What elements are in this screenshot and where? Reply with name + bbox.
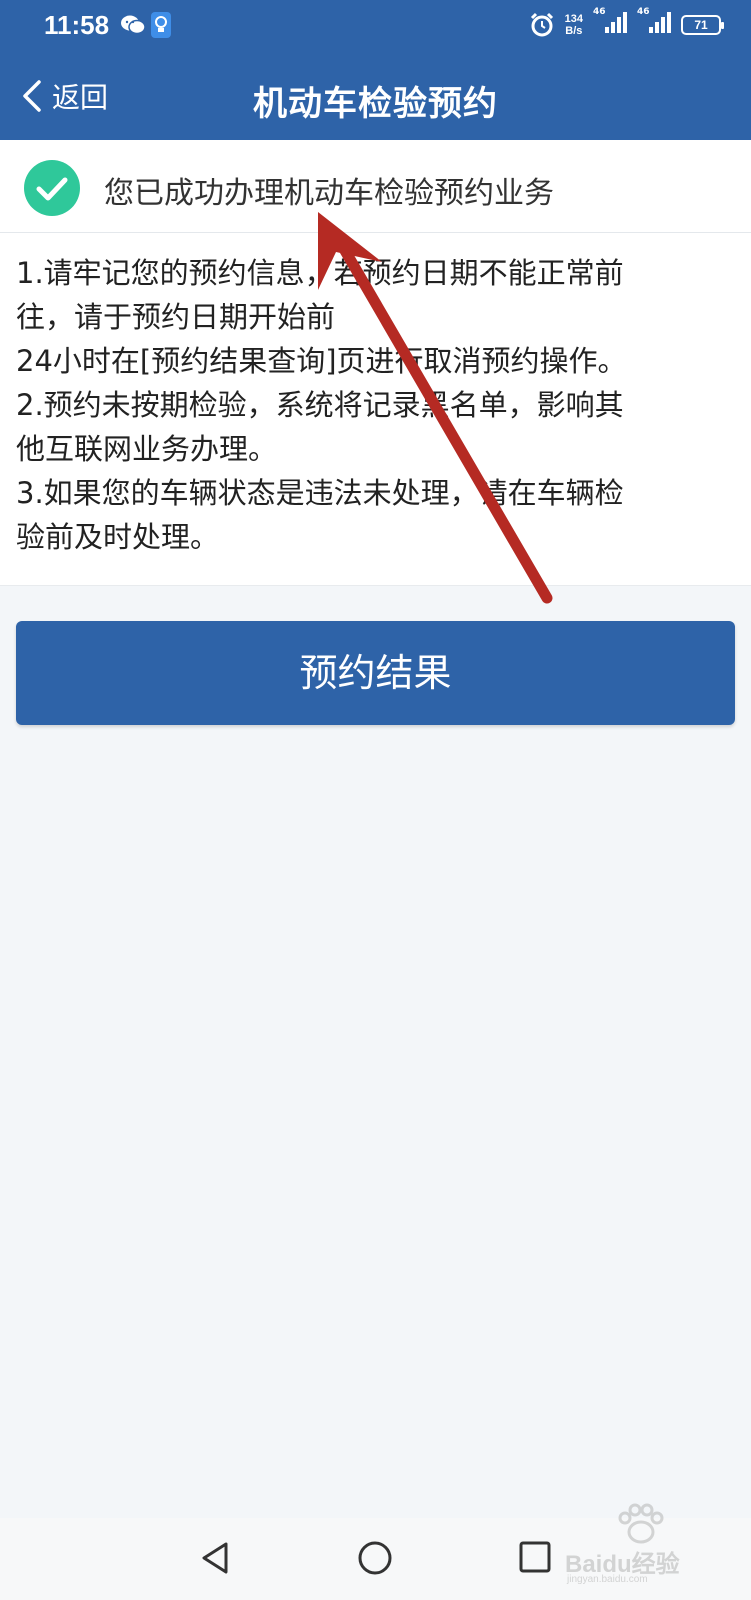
nav-back-icon[interactable] [198, 1540, 232, 1576]
nav-recents-icon[interactable] [518, 1540, 552, 1574]
status-right-group: 134 B/s 46 46 71 [529, 7, 724, 40]
app-header: 返回 机动车检验预约 [0, 56, 751, 140]
notice-panel: 1.请牢记您的预约信息，若预约日期不能正常前 往，请于预约日期开始前 24小时在… [0, 233, 751, 586]
page-title: 机动车检验预约 [253, 84, 498, 124]
appointment-result-button[interactable]: 预约结果 [16, 621, 735, 725]
notice-line: 1.请牢记您的预约信息，若预约日期不能正常前 [16, 256, 624, 290]
battery-indicator: 71 [681, 15, 724, 35]
lightbulb-icon [151, 12, 171, 38]
network-speed-unit: B/s [565, 25, 583, 37]
watermark-domain: jingyan.baidu.com [567, 1574, 648, 1585]
notice-line: 验前及时处理。 [16, 520, 220, 554]
network-speed-value: 134 [564, 13, 583, 25]
notice-line: 2.预约未按期检验，系统将记录黑名单，影响其 [16, 388, 624, 422]
notice-line: 他互联网业务办理。 [16, 432, 278, 466]
signal-1: 46 [593, 7, 627, 39]
wechat-icon [121, 15, 146, 35]
notice-text: 1.请牢记您的预约信息，若预约日期不能正常前 往，请于预约日期开始前 24小时在… [16, 251, 736, 559]
notice-line: 往，请于预约日期开始前 [16, 300, 336, 334]
notice-line: 3.如果您的车辆状态是违法未处理，请在车辆检 [16, 476, 624, 510]
alarm-icon [530, 12, 553, 37]
notice-line: 24小时在[预约结果查询]页进行取消预约操作。 [16, 344, 627, 378]
success-banner: 您已成功办理机动车检验预约业务 [0, 140, 751, 233]
nav-home-icon[interactable] [357, 1540, 393, 1576]
watermark: Baidu经验 jingyan.baidu.com [561, 1500, 711, 1590]
signal-1-label: 46 [593, 7, 606, 17]
status-time: 11:58 [44, 10, 110, 40]
success-message: 您已成功办理机动车检验预约业务 [104, 176, 554, 211]
checkmark-icon [36, 177, 68, 201]
paw-logo-icon [618, 1503, 664, 1544]
signal-2-label: 46 [637, 7, 650, 17]
check-circle-icon [24, 160, 80, 216]
network-speed: 134 B/s [565, 13, 583, 37]
signal-2: 46 [637, 7, 671, 39]
status-bar: 11:58 134 B/s 46 46 71 [0, 0, 751, 52]
